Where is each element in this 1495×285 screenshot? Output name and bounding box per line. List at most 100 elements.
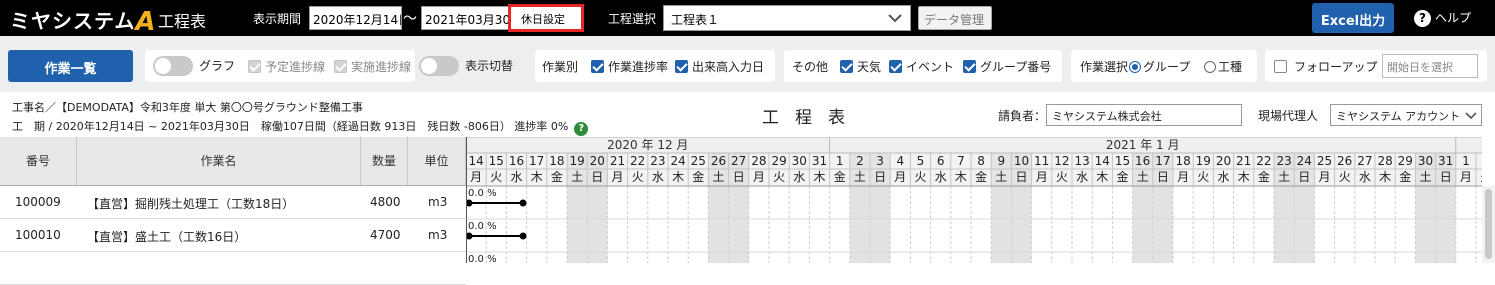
gantt-canvas: 14月15火16水17木18金19土20日21月22火23水24木25金26土2… (465, 136, 1495, 285)
day-number: 31 (1438, 154, 1453, 168)
other-options-group: その他 天気 イベント グループ番号 (784, 50, 1062, 82)
period-end-input[interactable]: 2021年03月30日 (421, 6, 511, 30)
excel-export-button[interactable]: Excel出力 (1312, 3, 1394, 33)
checkbox-empty-icon (1274, 60, 1287, 73)
event-label: イベント (906, 60, 955, 74)
help-label: ヘルプ (1435, 11, 1472, 25)
day-number: 25 (1317, 154, 1332, 168)
event-checkbox[interactable]: イベント (889, 58, 954, 75)
radio-work-option[interactable]: 工種 (1204, 58, 1242, 75)
weekday-label: 木 (1238, 170, 1250, 184)
table-row[interactable] (0, 252, 466, 285)
month-label: 2021 年 1 月 (1106, 138, 1180, 152)
period-summary: 工 期 / 2020年12月14日 ~ 2021年03月30日 稼働107日間（… (12, 118, 589, 136)
start-date-input[interactable]: 開始日を選択 (1382, 54, 1478, 78)
chevron-down-icon (888, 14, 902, 23)
radio-group-option[interactable]: グループ (1129, 58, 1190, 75)
radio-selected-icon (1129, 61, 1141, 73)
weekday-label: 水 (1217, 170, 1229, 184)
weekday-label: 火 (1056, 170, 1068, 184)
day-number: 14 (1095, 154, 1110, 168)
weekday-label: 月 (1318, 170, 1330, 184)
chart-select-label: 工程選択 (608, 12, 657, 26)
contractor-field[interactable]: ミヤシステム株式会社 (1046, 104, 1242, 126)
header-quantity: 数量 (361, 137, 408, 186)
graph-toggle[interactable]: グラフ (153, 56, 235, 76)
header-unit: 単位 (408, 137, 466, 186)
day-number: 24 (1297, 154, 1312, 168)
group-number-checkbox[interactable]: グループ番号 (963, 58, 1051, 75)
day-number: 23 (1276, 154, 1291, 168)
weekday-label: 月 (1036, 170, 1048, 184)
vertical-scrollbar[interactable] (1482, 186, 1495, 263)
radio-group-label: グループ (1143, 60, 1191, 74)
display-switch-group: 表示切替 (415, 50, 525, 82)
app-logo[interactable]: ミヤシステムA (10, 5, 157, 37)
weekday-label: 日 (874, 170, 886, 184)
row-number: 100010 (15, 228, 61, 242)
holiday-column (1435, 186, 1456, 263)
project-info: 工事名／【DEMODATA】令和3年度 単大 第〇〇号グラウンド整備工事 工 期… (0, 92, 1495, 137)
project-name: 工事名／【DEMODATA】令和3年度 単大 第〇〇号グラウンド整備工事 (12, 101, 363, 114)
data-management-button[interactable]: データ管理 (918, 6, 992, 30)
task-select-group: 作業選択 グループ 工種 (1071, 50, 1257, 82)
weekday-label: 月 (470, 170, 482, 184)
day-number: 13 (1074, 154, 1089, 168)
schedule-grid: 番号 作業名 数量 単位 100009 【直営】掘削残土処理工（工数18日） 4… (0, 136, 1495, 285)
row-quantity: 4800 (370, 195, 401, 209)
day-number: 21 (610, 154, 625, 168)
day-number: 3 (876, 154, 884, 168)
day-number: 27 (1357, 154, 1372, 168)
radio-work-label: 工種 (1218, 60, 1243, 74)
by-task-group: 作業別 作業進捗率 出来高入力日 (535, 50, 775, 82)
period-start-input[interactable]: 2020年12月14日 (309, 6, 402, 30)
chart-select[interactable]: 工程表１ (663, 5, 911, 31)
question-icon[interactable]: ? (574, 122, 589, 136)
site-agent-label: 現場代理人 (1258, 109, 1319, 123)
graph-label: グラフ (199, 59, 236, 73)
weekday-label: 日 (1015, 170, 1027, 184)
day-number: 4 (896, 154, 904, 168)
holiday-column (1415, 186, 1436, 263)
weekday-label: 土 (995, 170, 1007, 184)
row-quantity: 4700 (370, 228, 401, 242)
table-row[interactable]: 100010 【直営】盛土工（工数16日） 4700 m3 (0, 219, 466, 252)
display-switch[interactable] (419, 56, 459, 76)
day-number: 17 (1155, 154, 1170, 168)
output-input-date-checkbox[interactable]: 出来高入力日 (675, 58, 764, 75)
day-number: 27 (731, 154, 746, 168)
followup-checkbox[interactable]: フォローアップ (1274, 58, 1378, 75)
day-number: 24 (670, 154, 685, 168)
followup-label: フォローアップ (1294, 60, 1378, 74)
weekday-label: 水 (793, 170, 805, 184)
day-number: 2 (856, 154, 864, 168)
contractor-label: 請負者： (998, 109, 1047, 123)
gantt-timeline: 14 月 15 火 16 水 17 木 18 金 19 土 20 日 21 月 22 火 23 水 24 木 25 金 26 土 2… (465, 136, 1495, 285)
weekday-label: 土 (1278, 170, 1290, 184)
task-list-button[interactable]: 作業一覧 (8, 50, 133, 82)
day-number: 1 (836, 154, 844, 168)
day-number: 18 (549, 154, 564, 168)
scrollbar-thumb[interactable] (1485, 189, 1492, 259)
check-icon (963, 60, 976, 73)
weekday-label: 木 (531, 170, 543, 184)
holiday-column (1274, 186, 1295, 263)
holiday-settings-button[interactable]: 休日設定 (508, 4, 584, 32)
day-number: 31 (812, 154, 827, 168)
weather-checkbox[interactable]: 天気 (840, 58, 881, 75)
weekday-label: 日 (591, 170, 603, 184)
progress-rate-checkbox[interactable]: 作業進捗率 (591, 58, 668, 75)
weekday-label: 日 (733, 170, 745, 184)
day-number: 30 (792, 154, 807, 168)
day-number: 10 (1014, 154, 1029, 168)
display-switch-toggle[interactable]: 表示切替 (419, 56, 513, 76)
row-unit: m3 (428, 228, 448, 242)
graph-switch[interactable] (153, 56, 193, 76)
row-unit: m3 (428, 195, 448, 209)
site-agent-select[interactable]: ミヤシステム アカウント (1330, 104, 1482, 126)
chart-select-value: 工程表１ (671, 13, 720, 27)
help-button[interactable]: ? ヘルプ (1414, 9, 1471, 27)
holiday-column (587, 186, 608, 263)
table-row[interactable]: 100009 【直営】掘削残土処理工（工数18日） 4800 m3 (0, 186, 466, 219)
help-icon: ? (1414, 10, 1431, 27)
